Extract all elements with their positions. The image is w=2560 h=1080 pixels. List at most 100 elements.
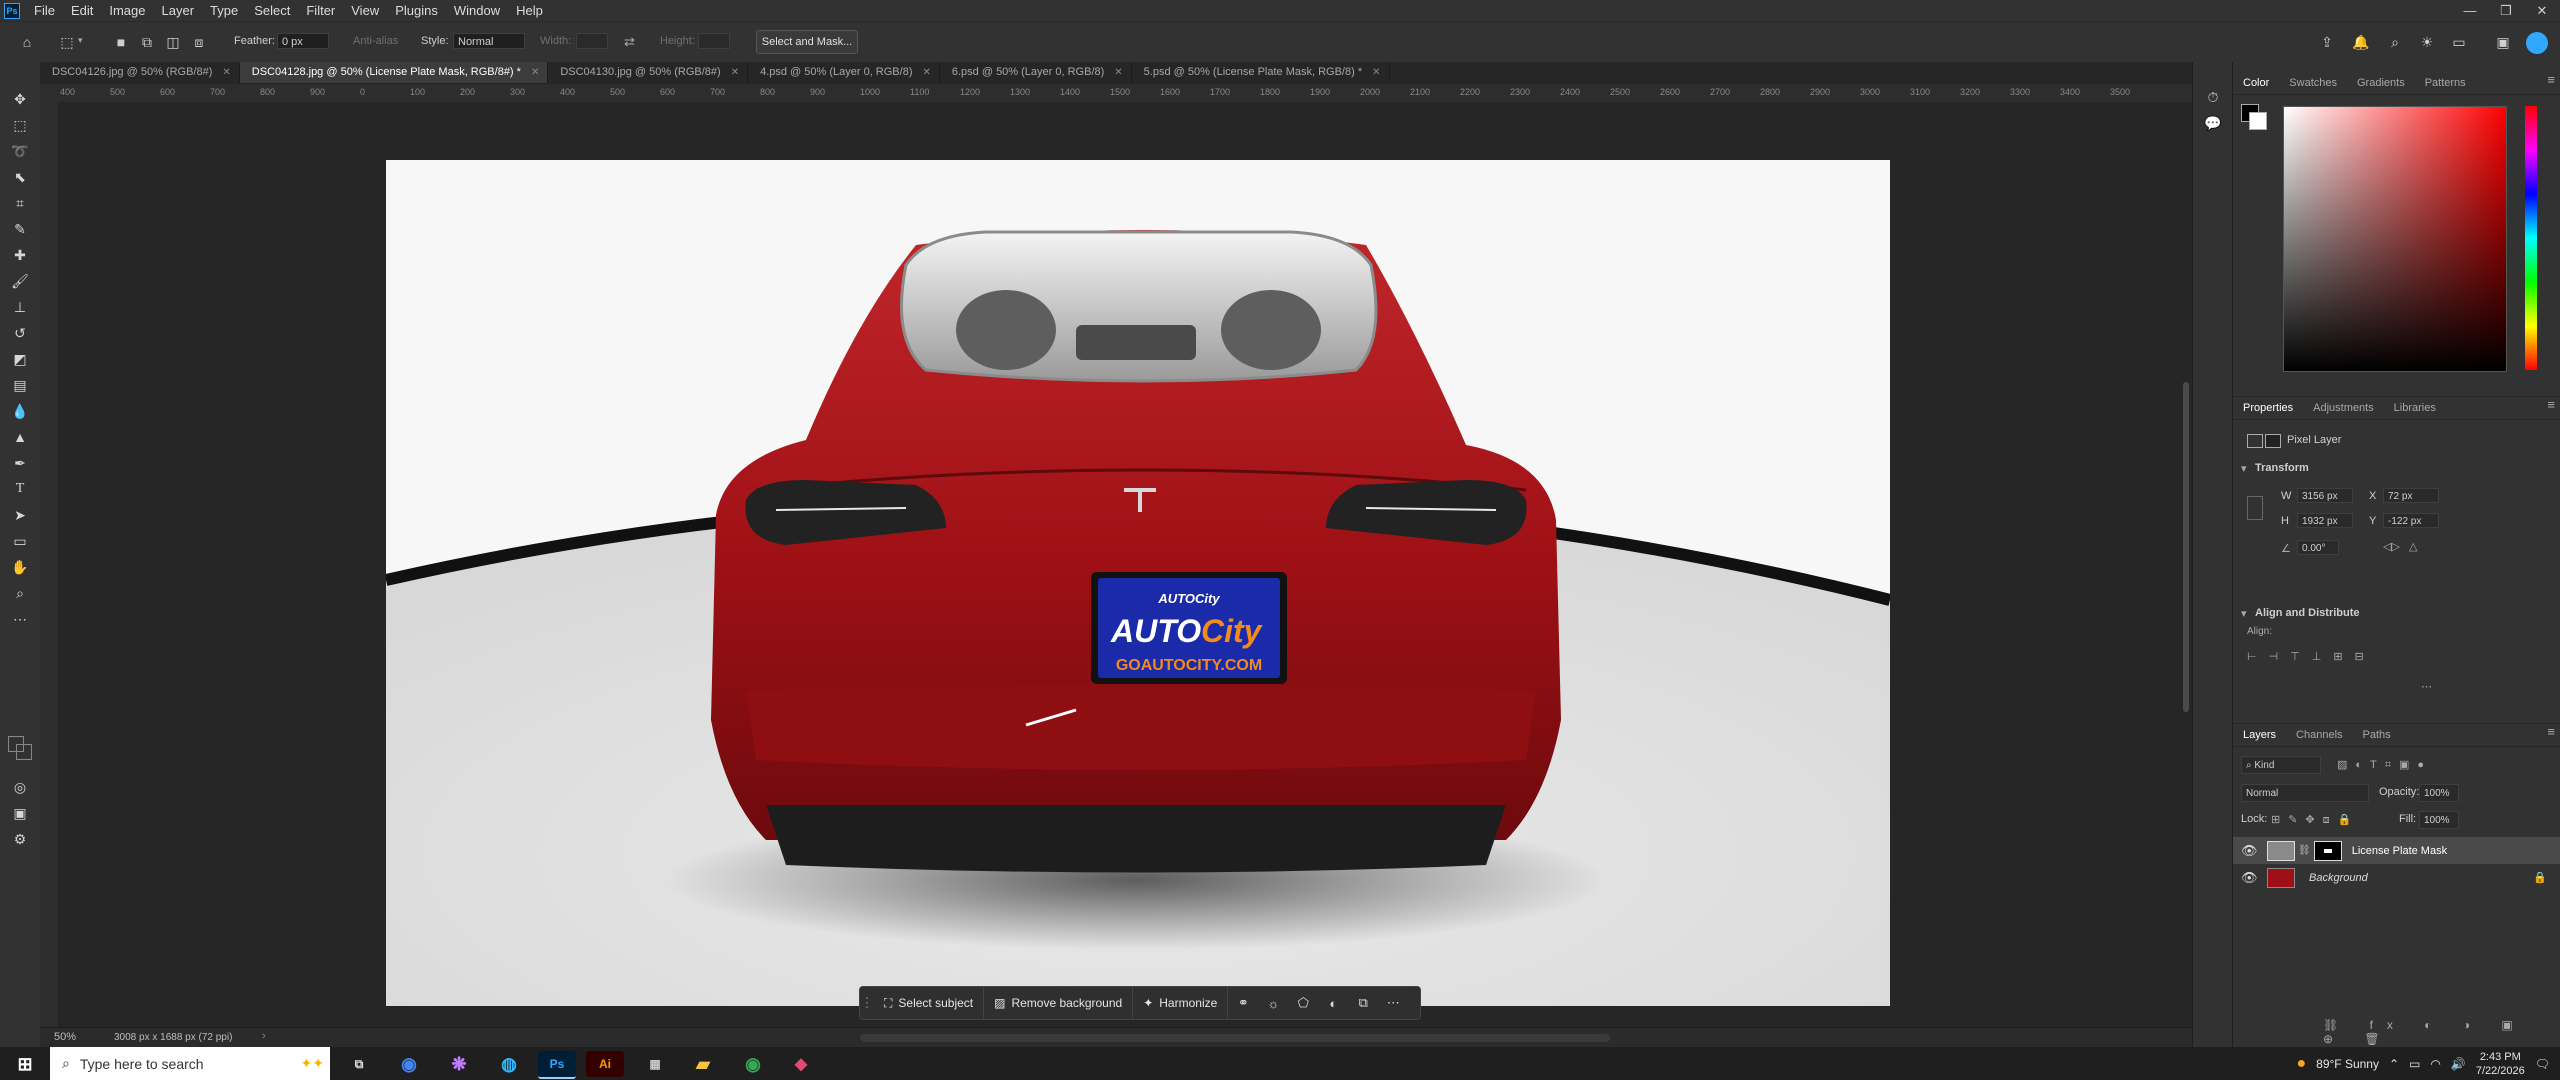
comments-panel-icon[interactable]: 💬 <box>2202 112 2224 134</box>
tab-dsc04126[interactable]: DSC04126.jpg @ 50% (RGB/8#) ✕ <box>40 62 240 83</box>
width-input[interactable] <box>576 33 608 49</box>
vertical-scrollbar[interactable] <box>2180 102 2192 1027</box>
path-selection-tool-icon[interactable]: ➤ <box>8 504 32 526</box>
taskbar-search-box[interactable]: ⌕ Type here to search ✦✦ <box>50 1047 330 1080</box>
eyedropper-tool-icon[interactable]: ✎ <box>8 218 32 240</box>
pen-tool-icon[interactable]: ✒ <box>8 452 32 474</box>
layer-icon[interactable]: ⧉ <box>1348 987 1378 1019</box>
tab-channels[interactable]: Channels <box>2286 724 2352 746</box>
hue-slider[interactable] <box>2525 106 2537 370</box>
blur-tool-icon[interactable]: 💧 <box>8 400 32 422</box>
harmonize-button[interactable]: ✦ Harmonize <box>1133 987 1229 1019</box>
more-options-icon[interactable]: ⋯ <box>1378 987 1408 1019</box>
tab-5-psd[interactable]: 5.psd @ 50% (License Plate Mask, RGB/8) … <box>1132 62 1390 83</box>
x-field[interactable]: 72 px <box>2383 488 2439 503</box>
select-subject-button[interactable]: ⛶ Select subject <box>874 987 985 1019</box>
y-field[interactable]: -122 px <box>2383 513 2439 528</box>
object-selection-tool-icon[interactable]: ⬉ <box>8 166 32 188</box>
quick-mask-icon[interactable]: ◎ <box>8 776 32 798</box>
menu-edit[interactable]: Edit <box>63 0 101 21</box>
select-and-mask-button[interactable]: Select and Mask... <box>756 30 858 54</box>
intersect-selection-icon[interactable]: ⧈ <box>188 31 210 53</box>
discover-icon[interactable]: ☀ <box>2416 31 2438 53</box>
edit-toolbar-icon[interactable]: ⚙ <box>8 828 32 850</box>
flip-vertical-icon[interactable]: △ <box>2409 540 2417 553</box>
share-icon[interactable]: ⇪ <box>2316 31 2338 53</box>
minimize-icon[interactable]: — <box>2452 0 2488 21</box>
eye-icon[interactable]: 👁 <box>2241 843 2259 859</box>
menu-view[interactable]: View <box>343 0 387 21</box>
lasso-tool-icon[interactable]: ➰ <box>8 140 32 162</box>
layer-filter-icons[interactable]: ▨◐T⌗▣● <box>2337 758 2432 772</box>
move-tool-icon[interactable]: ✥ <box>8 88 32 110</box>
home-icon[interactable]: ⌂ <box>16 31 38 53</box>
brush-tool-icon[interactable]: 🖌 <box>8 270 32 292</box>
transform-icon[interactable]: ⬠ <box>1288 987 1318 1019</box>
task-view-icon[interactable]: ⧉ <box>340 1051 378 1077</box>
tab-adjustments[interactable]: Adjustments <box>2303 397 2384 419</box>
zoom-tool-icon[interactable]: ⌕ <box>8 582 32 604</box>
close-icon[interactable]: ✕ <box>731 62 739 83</box>
menu-select[interactable]: Select <box>246 0 298 21</box>
type-tool-icon[interactable]: T <box>8 478 32 500</box>
app-icon[interactable]: ◆ <box>782 1051 820 1077</box>
link-icon[interactable] <box>2247 496 2263 520</box>
photoshop-logo-icon[interactable]: Ps <box>4 2 20 19</box>
panel-menu-icon[interactable]: ≡ <box>2547 397 2555 412</box>
panel-menu-icon[interactable]: ≡ <box>2547 72 2555 87</box>
canvas-area[interactable]: AUTOCity AUTO City GOAUTOCITY.COM ⋮ ⛶ Sel… <box>58 102 2192 1027</box>
transform-section-title[interactable]: Transform <box>2255 462 2309 474</box>
color-picker-field[interactable] <box>2283 106 2507 372</box>
document-info[interactable]: 3008 px x 1688 px (72 ppi) <box>114 1032 232 1043</box>
filter-kind-select[interactable]: ⌕ Kind <box>2241 756 2321 774</box>
height-field[interactable]: 1932 px <box>2297 513 2353 528</box>
tab-libraries[interactable]: Libraries <box>2384 397 2446 419</box>
chevron-down-icon[interactable]: ▾ <box>2241 462 2247 475</box>
volume-icon[interactable]: 🔊 <box>2451 1057 2466 1071</box>
layer-row-background[interactable]: 👁 Background 🔒 <box>2233 864 2560 891</box>
flip-horizontal-icon[interactable]: ◁▷ <box>2383 540 2400 553</box>
background-color-swatch[interactable] <box>2249 112 2267 130</box>
notification-center-icon[interactable]: 🗨 <box>2535 1057 2550 1071</box>
close-icon[interactable]: ✕ <box>1372 62 1380 83</box>
chrome-profile-icon[interactable]: ◉ <box>734 1051 772 1077</box>
weather-text[interactable]: 89°F Sunny <box>2316 1057 2379 1071</box>
rectangular-marquee-tool-icon[interactable]: ⬚ <box>8 114 32 136</box>
subtract-selection-icon[interactable]: ◫ <box>162 31 184 53</box>
clock[interactable]: 2:43 PM 7/22/2026 <box>2476 1050 2525 1078</box>
new-selection-icon[interactable]: ■ <box>110 31 132 53</box>
wifi-icon[interactable]: ◠ <box>2430 1057 2440 1071</box>
panel-menu-icon[interactable]: ≡ <box>2547 724 2555 739</box>
menu-plugins[interactable]: Plugins <box>387 0 446 21</box>
adjust-icon[interactable]: ☼ <box>1258 987 1288 1019</box>
mask-icon[interactable]: ⚭ <box>1228 987 1258 1019</box>
blend-mode-select[interactable]: Normal <box>2241 784 2369 802</box>
dodge-tool-icon[interactable]: ▲ <box>8 426 32 448</box>
gradient-tool-icon[interactable]: ▤ <box>8 374 32 396</box>
menu-file[interactable]: File <box>26 0 63 21</box>
close-icon[interactable]: ✕ <box>2524 0 2560 21</box>
screen-mode-icon[interactable]: ▣ <box>8 802 32 824</box>
link-icon[interactable]: ⛓ <box>2298 845 2311 856</box>
zoom-level[interactable]: 50% <box>54 1031 76 1043</box>
drag-handle-icon[interactable]: ⋮ <box>860 987 874 1019</box>
close-icon[interactable]: ✕ <box>531 62 539 83</box>
menu-type[interactable]: Type <box>202 0 246 21</box>
history-panel-icon[interactable]: ⏱ <box>2202 86 2224 108</box>
height-input[interactable] <box>698 33 730 49</box>
align-buttons-icon[interactable]: ⊢⊣⊤⊥⊞⊟ <box>2247 650 2376 663</box>
edge-icon[interactable]: ◍ <box>490 1051 528 1077</box>
tab-gradients[interactable]: Gradients <box>2347 72 2415 94</box>
clone-stamp-tool-icon[interactable]: ⊥ <box>8 296 32 318</box>
style-select[interactable]: Normal <box>453 33 525 49</box>
layer-name[interactable]: License Plate Mask <box>2352 845 2447 857</box>
menu-window[interactable]: Window <box>446 0 508 21</box>
eraser-tool-icon[interactable]: ◩ <box>8 348 32 370</box>
layer-mask-thumbnail[interactable] <box>2313 840 2342 861</box>
feather-input[interactable]: 0 px <box>277 33 329 49</box>
tab-properties[interactable]: Properties <box>2233 397 2303 419</box>
history-brush-tool-icon[interactable]: ↺ <box>8 322 32 344</box>
align-section-title[interactable]: Align and Distribute <box>2255 607 2360 619</box>
chrome-icon[interactable]: ◉ <box>390 1051 428 1077</box>
layer-row-license-plate-mask[interactable]: 👁 ⛓ License Plate Mask <box>2233 837 2560 864</box>
